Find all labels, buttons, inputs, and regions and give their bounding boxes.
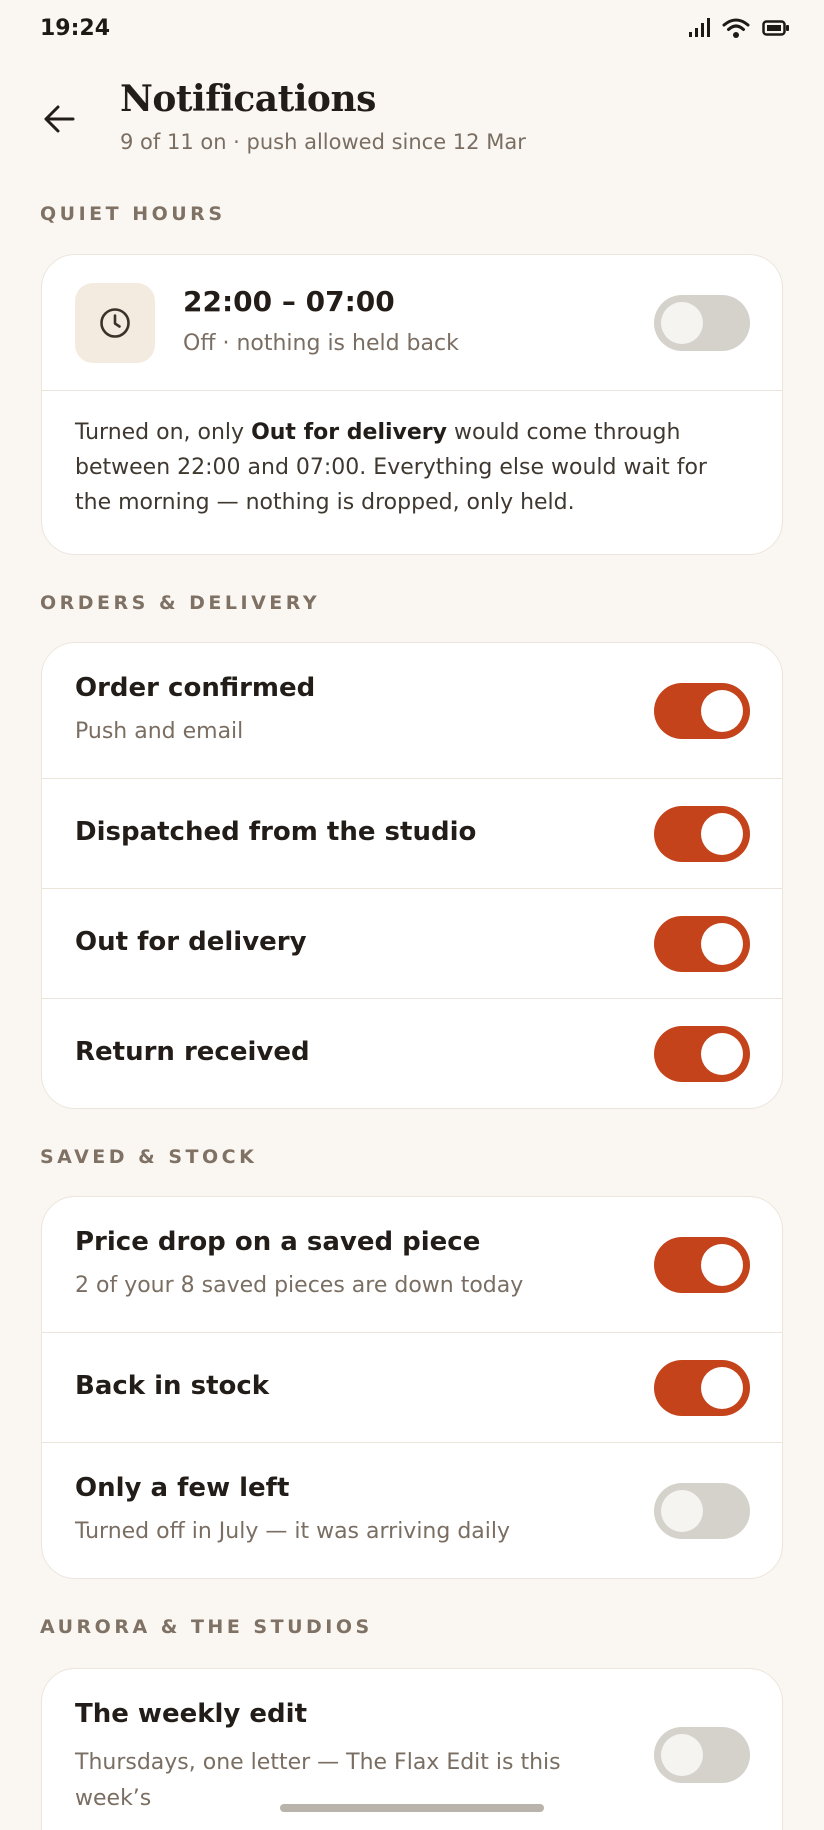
page-subtitle: 9 of 11 on · push allowed since 12 Mar (120, 130, 526, 154)
price-drop-toggle[interactable] (654, 1237, 750, 1293)
order-confirmed-toggle[interactable] (654, 683, 750, 739)
toggle-knob (701, 1244, 743, 1286)
toggle-knob (701, 690, 743, 732)
row-title: The weekly edit (75, 1699, 308, 1729)
quiet-hours-toggle[interactable] (654, 295, 750, 351)
row-title: Order confirmed (75, 673, 316, 703)
section-label-aurora: AURORA & THE STUDIOS (40, 1616, 373, 1638)
price-drop-row[interactable]: Price drop on a saved piece 2 of your 8 … (42, 1197, 782, 1333)
section-label-orders: ORDERS & DELIVERY (40, 592, 321, 614)
section-label-saved: SAVED & STOCK (40, 1146, 258, 1168)
return-received-toggle[interactable] (654, 1026, 750, 1082)
row-title: Back in stock (75, 1371, 270, 1401)
back-button[interactable] (36, 96, 82, 142)
quiet-hours-state: Off · nothing is held back (183, 331, 459, 356)
toggle-knob (701, 1367, 743, 1409)
status-icons (688, 17, 790, 39)
row-subtitle: Turned off in July — it was arriving dai… (75, 1519, 511, 1544)
row-subtitle: Push and email (75, 719, 244, 744)
saved-card: Price drop on a saved piece 2 of your 8 … (41, 1196, 783, 1579)
quiet-hours-time-range: 22:00 – 07:00 (183, 285, 395, 318)
toggle-knob (701, 923, 743, 965)
row-title: Out for delivery (75, 927, 307, 957)
row-title: Dispatched from the studio (75, 817, 477, 847)
toggle-knob (661, 1490, 703, 1532)
status-bar: 19:24 (0, 0, 824, 56)
row-title: Return received (75, 1037, 310, 1067)
battery-icon (762, 20, 789, 36)
quiet-hours-icon-box (75, 283, 155, 363)
row-subtitle: 2 of your 8 saved pieces are down today (75, 1273, 524, 1298)
out-for-delivery-toggle[interactable] (654, 916, 750, 972)
home-indicator[interactable] (280, 1804, 544, 1812)
toggle-knob (701, 1033, 743, 1075)
quiet-note-prefix: Turned on, only (75, 420, 252, 445)
quiet-hours-note: Turned on, only Out for delivery would c… (42, 391, 782, 520)
quiet-note-highlight: Out for delivery (251, 420, 447, 445)
quiet-hours-row[interactable]: 22:00 – 07:00 Off · nothing is held back (42, 255, 782, 391)
toggle-knob (701, 813, 743, 855)
back-in-stock-toggle[interactable] (654, 1360, 750, 1416)
few-left-toggle[interactable] (654, 1483, 750, 1539)
quiet-hours-card: 22:00 – 07:00 Off · nothing is held back… (41, 254, 783, 555)
wifi-icon (722, 18, 750, 38)
toggle-knob (661, 1734, 703, 1776)
signal-icon (689, 18, 710, 37)
out-for-delivery-row[interactable]: Out for delivery (42, 889, 782, 999)
weekly-edit-toggle[interactable] (654, 1727, 750, 1783)
orders-card: Order confirmed Push and email Dispatche… (41, 642, 783, 1109)
section-label-quiet-hours: QUIET HOURS (40, 203, 226, 225)
return-received-row[interactable]: Return received (42, 999, 782, 1108)
row-title: Price drop on a saved piece (75, 1227, 481, 1257)
back-in-stock-row[interactable]: Back in stock (42, 1333, 782, 1443)
dispatched-toggle[interactable] (654, 806, 750, 862)
clock-icon (100, 308, 130, 338)
row-title: Only a few left (75, 1473, 290, 1503)
arrow-left-icon (44, 105, 75, 133)
few-left-row[interactable]: Only a few left Turned off in July — it … (42, 1443, 782, 1578)
toggle-knob (661, 302, 703, 344)
page-title: Notifications (120, 78, 376, 120)
dispatched-row[interactable]: Dispatched from the studio (42, 779, 782, 889)
status-time: 19:24 (40, 15, 111, 41)
order-confirmed-row[interactable]: Order confirmed Push and email (42, 643, 782, 779)
page-header: Notifications 9 of 11 on · push allowed … (0, 78, 824, 168)
